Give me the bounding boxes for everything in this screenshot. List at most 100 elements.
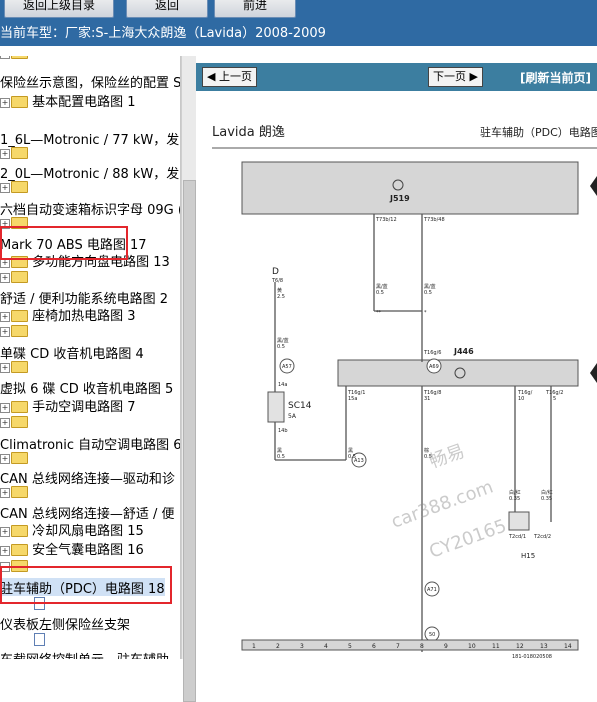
tree-row[interactable]: +: [0, 360, 28, 378]
tree-row[interactable]: +: [0, 451, 28, 469]
tree-row[interactable]: +: [0, 270, 28, 288]
folder-icon: [11, 146, 28, 159]
module-j519-box: [241, 161, 579, 215]
position-ruler: [241, 639, 579, 651]
conn-label: T16g/6: [423, 350, 441, 356]
wire-size: 0.5: [277, 454, 285, 460]
tree-item[interactable]: 保险丝示意图，保险丝的配置 S: [0, 72, 180, 91]
wire-size: 0.5: [376, 290, 384, 296]
fuse-sc14-box: [267, 391, 285, 423]
folder-icon: [11, 180, 28, 193]
tree-item[interactable]: CAN 总线网络连接—驱动和诊: [0, 468, 175, 487]
expand-icon[interactable]: +: [0, 487, 10, 498]
wire-label: 黑/蓝: [277, 337, 289, 344]
tree-row[interactable]: + 基本配置电路图 1: [0, 91, 136, 110]
ruler-number: 11: [492, 643, 500, 650]
expand-icon[interactable]: +: [0, 311, 10, 322]
expand-icon[interactable]: +: [0, 182, 10, 193]
ruler-number: 14: [564, 643, 572, 650]
tree-scrollbar[interactable]: [181, 56, 196, 702]
tree-row[interactable]: +: [0, 415, 28, 433]
current-vehicle: 当前车型：厂家:S-上海大众朗逸（Lavida）2008-2009: [0, 22, 326, 41]
expand-icon[interactable]: +: [0, 453, 10, 464]
tree-item[interactable]: 安全气囊电路图 16: [32, 543, 144, 558]
vehicle-label: 当前车型：: [0, 26, 66, 41]
conn-label: 15a: [348, 396, 357, 402]
tree-row[interactable]: + 安全气囊电路图 16: [0, 539, 144, 558]
folder-icon: [11, 95, 28, 108]
tree-row[interactable]: +: [0, 56, 28, 64]
conn-label: 14b: [278, 428, 288, 434]
continue-arrow-icon: [590, 363, 597, 383]
tree-item[interactable]: 单碟 CD 收音机电路图 4: [0, 343, 144, 362]
tree-row[interactable]: +: [0, 324, 28, 342]
watermark: 畅易 car388.com CY20165: [389, 441, 510, 563]
tree-item[interactable]: 仪表板左侧保险丝支架: [0, 614, 130, 633]
refresh-link[interactable]: [刷新当前页]: [520, 69, 591, 86]
prev-page-button[interactable]: ◀ 上一页: [202, 67, 257, 87]
star-label: **: [376, 310, 382, 316]
tree-item[interactable]: 1_6L—Motronic / 77 kW，发: [0, 129, 179, 148]
expand-icon[interactable]: +: [0, 545, 10, 556]
tree-item[interactable]: 2_0L—Motronic / 88 kW，发: [0, 163, 179, 182]
tree-row[interactable]: + 手动空调电路图 7: [0, 396, 136, 415]
conn-label: 31: [424, 396, 430, 402]
tree-item[interactable]: 手动空调电路图 7: [32, 400, 135, 415]
expand-icon[interactable]: +: [0, 56, 10, 59]
tree-item[interactable]: 基本配置电路图 1: [32, 95, 135, 110]
tree-item[interactable]: Climatronic 自动空调电路图 6: [0, 434, 180, 453]
star-label: *: [424, 310, 427, 316]
tree-item[interactable]: 车载网络控制单元，驻车辅助: [0, 649, 169, 659]
wire-labels: 黑/蓝 黑/蓝 黄 黑/蓝 黑 黑 棕 白/红 白/红 0.5 0.5 2.5 …: [277, 283, 553, 502]
fuse-supply-label: D: [272, 267, 279, 277]
chapter-tree: + 保险丝示意图，保险丝的配置 S + 基本配置电路图 1 1_6L—Motro…: [0, 56, 181, 659]
highlight-box: [0, 226, 128, 260]
folder-icon: [11, 400, 28, 413]
expand-icon[interactable]: +: [0, 326, 10, 337]
expand-icon[interactable]: +: [0, 402, 10, 413]
tree-item[interactable]: 冷却风扇电路图 15: [32, 524, 144, 539]
ruler-number: 12: [516, 643, 524, 650]
doc-subtitle: 驻车辅助（PDC）电路图: [480, 125, 597, 139]
conn-label: 14a: [278, 382, 287, 388]
folder-icon: [11, 360, 28, 373]
ruler-number: 1: [252, 643, 256, 650]
next-page-button[interactable]: 下一页 ▶: [428, 67, 483, 87]
wire-size: 0.35: [541, 496, 552, 502]
wiring-diagram: Lavida 朗逸 驻车辅助（PDC）电路图 J519 J446 SC14 5A…: [212, 125, 597, 659]
expand-icon[interactable]: +: [0, 97, 10, 108]
next-page-label: 下一页: [433, 70, 466, 83]
ruler-number: 4: [324, 643, 328, 650]
tree-item[interactable]: 六档自动变速箱标识字母 09G (: [0, 199, 180, 218]
wire-label: 黑/蓝: [424, 283, 436, 290]
expand-icon[interactable]: +: [0, 362, 10, 373]
expand-icon[interactable]: +: [0, 526, 10, 537]
document-icon: [34, 633, 45, 646]
forward-button[interactable]: 前进: [214, 0, 296, 18]
ruler-number: 13: [540, 643, 548, 650]
expand-icon[interactable]: +: [0, 148, 10, 159]
continue-arrow-icon: [590, 176, 597, 196]
folder-icon: [11, 56, 28, 59]
conn-label: T2cd/2: [533, 534, 551, 540]
ruler-number: 5: [348, 643, 352, 650]
tree-row[interactable]: +: [0, 146, 28, 164]
tree-row[interactable]: + 冷却风扇电路图 15: [0, 520, 144, 539]
back-to-parent-button[interactable]: 返回上级目录: [4, 0, 114, 18]
expand-icon[interactable]: +: [0, 417, 10, 428]
ground-label-a57: A57: [282, 364, 292, 370]
tree-row[interactable]: + 座椅加热电路图 3: [0, 305, 136, 324]
expand-icon[interactable]: +: [0, 272, 10, 283]
tree-item[interactable]: 舒适 / 便利功能系统电路图 2: [0, 288, 168, 307]
fuse-rating: 5A: [288, 413, 297, 420]
scrollbar-thumb[interactable]: [183, 180, 196, 702]
tree-row[interactable]: +: [0, 180, 28, 198]
tree-item[interactable]: CAN 总线网络连接—舒适 / 便: [0, 503, 174, 522]
back-button[interactable]: 返回: [126, 0, 208, 18]
tree-item[interactable]: 座椅加热电路图 3: [32, 309, 135, 324]
wire-label: 黑/蓝: [376, 283, 388, 290]
tree-row[interactable]: [34, 632, 45, 650]
tree-item[interactable]: 虚拟 6 碟 CD 收音机电路图 5: [0, 378, 173, 397]
ground-label-50: 50: [429, 632, 435, 638]
tree-row[interactable]: +: [0, 485, 28, 503]
